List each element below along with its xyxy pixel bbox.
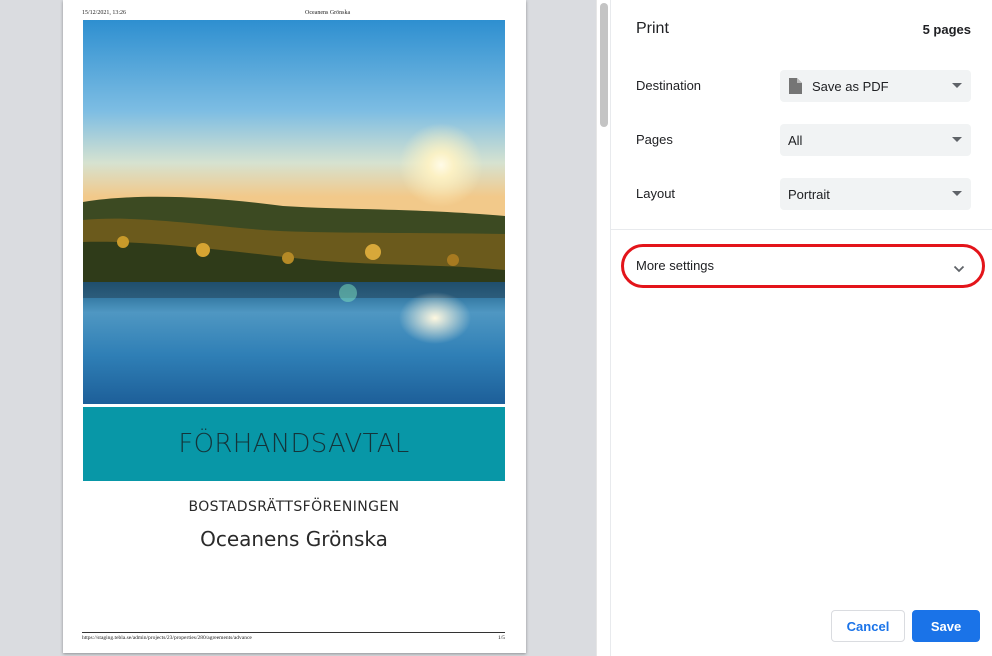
preview-page: 15/12/2021, 13:26 Oceanens Grönska FÖRHA…	[63, 0, 526, 653]
pages-label: Pages	[636, 132, 673, 147]
document-icon	[788, 78, 802, 94]
preview-scrollbar[interactable]	[596, 0, 610, 656]
print-preview-area: 15/12/2021, 13:26 Oceanens Grönska FÖRHA…	[0, 0, 596, 656]
layout-select[interactable]: Portrait	[780, 178, 971, 210]
layout-label: Layout	[636, 186, 676, 201]
more-settings-label: More settings	[636, 258, 715, 273]
page-header-datetime: 15/12/2021, 13:26	[82, 10, 127, 16]
page-count: 5 pages	[922, 22, 971, 37]
section-divider	[611, 229, 992, 230]
page-footer-url: https://staging.tebla.se/admin/projects/…	[82, 635, 252, 641]
panel-title: Print	[636, 20, 669, 37]
more-settings-toggle[interactable]: More settings	[611, 240, 992, 292]
cover-photo	[83, 20, 505, 404]
scrollbar-thumb[interactable]	[600, 3, 608, 127]
footer-rule	[82, 632, 505, 633]
pages-value: All	[788, 132, 803, 148]
page-header-title: Oceanens Grönska	[305, 10, 351, 16]
dropdown-arrow-icon	[952, 137, 962, 142]
layout-value: Portrait	[788, 186, 830, 202]
save-button[interactable]: Save	[912, 610, 980, 642]
cancel-button[interactable]: Cancel	[831, 610, 905, 642]
destination-value: Save as PDF	[812, 78, 889, 94]
dropdown-arrow-icon	[952, 191, 962, 196]
pages-select[interactable]: All	[780, 124, 971, 156]
title-banner: FÖRHANDSAVTAL	[83, 407, 505, 481]
dropdown-arrow-icon	[952, 83, 962, 88]
destination-label: Destination	[636, 78, 702, 93]
association-label: BOSTADSRÄTTSFÖRENINGEN	[188, 499, 400, 515]
destination-select[interactable]: Save as PDF	[780, 70, 971, 102]
print-settings-panel: Print 5 pages Destination Save as PDF Pa…	[610, 0, 992, 656]
page-footer-number: 1/5	[497, 635, 505, 641]
document-title: FÖRHANDSAVTAL	[178, 429, 410, 459]
association-name: Oceanens Grönska	[200, 527, 388, 551]
chevron-down-icon	[953, 260, 965, 278]
